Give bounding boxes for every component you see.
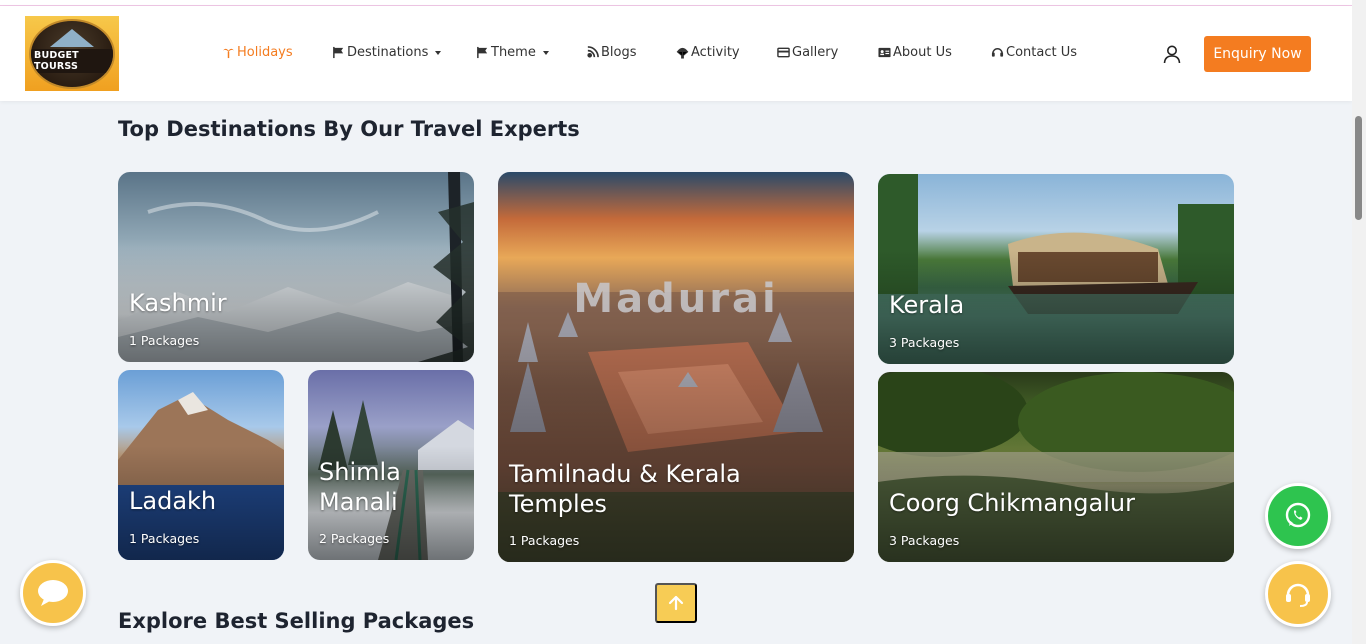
destination-card-tamilnadu-kerala-temples[interactable]: Madurai Tamilnadu & Kerala Temples 1 Pac… bbox=[498, 172, 854, 562]
card-title-line-1: Tamilnadu & Kerala bbox=[509, 460, 741, 488]
card-title: Kerala bbox=[889, 291, 965, 319]
card-title-line-2: Manali bbox=[319, 488, 398, 516]
nav-label: Blogs bbox=[601, 45, 637, 60]
card-package-count: 1 Packages bbox=[129, 333, 200, 348]
nav-label: Destinations bbox=[347, 45, 429, 60]
whatsapp-icon bbox=[1285, 502, 1311, 528]
card-title: Coorg Chikmangalur bbox=[889, 489, 1135, 517]
palm-tree-icon bbox=[222, 48, 235, 59]
chat-button[interactable] bbox=[20, 560, 86, 626]
parachute-icon bbox=[676, 47, 689, 59]
nav-theme[interactable]: Theme bbox=[476, 45, 549, 60]
id-card-icon bbox=[878, 47, 891, 58]
nav-label: About Us bbox=[893, 45, 952, 60]
nav-label: Theme bbox=[491, 45, 536, 60]
flag-icon bbox=[477, 46, 488, 59]
destination-card-kashmir[interactable]: Kashmir 1 Packages bbox=[118, 172, 474, 362]
flag-icon bbox=[333, 46, 344, 59]
card-title-line-2: Temples bbox=[509, 490, 607, 518]
logo-text: BUDGET TOURSS bbox=[31, 48, 113, 73]
destination-card-ladakh[interactable]: Ladakh 1 Packages bbox=[118, 370, 284, 560]
destination-card-coorg-chikmangalur[interactable]: Coorg Chikmangalur 3 Packages bbox=[878, 372, 1234, 562]
nav-label: Gallery bbox=[792, 45, 839, 60]
nav-blogs[interactable]: Blogs bbox=[586, 45, 637, 60]
logo-badge: BUDGET TOURSS bbox=[29, 18, 115, 89]
card-title-line-1: Shimla bbox=[319, 458, 401, 486]
nav-label: Contact Us bbox=[1006, 45, 1077, 60]
card-title: Tamilnadu & Kerala Temples bbox=[509, 459, 741, 519]
logo[interactable]: BUDGET TOURSS bbox=[25, 16, 119, 91]
headset-icon bbox=[1286, 583, 1310, 607]
whatsapp-button[interactable] bbox=[1265, 483, 1331, 549]
nav-contact-us[interactable]: Contact Us bbox=[991, 45, 1077, 60]
user-icon[interactable] bbox=[1162, 44, 1182, 64]
nav-label: Holidays bbox=[237, 45, 293, 60]
card-package-count: 3 Packages bbox=[889, 335, 960, 350]
card-package-count: 2 Packages bbox=[319, 531, 390, 546]
mountain-icon bbox=[50, 28, 94, 47]
card-watermark-text: Madurai bbox=[573, 276, 779, 322]
chat-bubble-icon bbox=[38, 580, 68, 606]
nav-gallery[interactable]: Gallery bbox=[777, 45, 838, 60]
section-title-best-selling: Explore Best Selling Packages bbox=[118, 609, 475, 633]
card-package-count: 1 Packages bbox=[509, 533, 580, 548]
nav-destinations[interactable]: Destinations bbox=[332, 45, 442, 60]
headset-icon bbox=[991, 48, 1004, 57]
scrollbar-thumb[interactable] bbox=[1355, 116, 1362, 220]
section-title-top-destinations: Top Destinations By Our Travel Experts bbox=[118, 117, 580, 141]
nav-label: Activity bbox=[691, 45, 740, 60]
card-icon bbox=[777, 47, 790, 58]
scroll-to-top-button[interactable] bbox=[655, 583, 697, 623]
site-header: BUDGET TOURSS Holidays Destinations Them… bbox=[0, 6, 1352, 101]
destination-card-kerala[interactable]: Kerala 3 Packages bbox=[878, 174, 1234, 364]
enquiry-now-button[interactable]: Enquiry Now bbox=[1204, 36, 1311, 72]
card-title: Shimla Manali bbox=[319, 457, 401, 517]
card-title: Ladakh bbox=[129, 487, 217, 515]
scrollbar[interactable] bbox=[1352, 0, 1366, 644]
chevron-down-icon bbox=[542, 50, 549, 55]
nav-activity[interactable]: Activity bbox=[676, 45, 740, 60]
nav-about-us[interactable]: About Us bbox=[878, 45, 952, 60]
card-package-count: 3 Packages bbox=[889, 533, 960, 548]
destination-card-shimla-manali[interactable]: Shimla Manali 2 Packages bbox=[308, 370, 474, 560]
support-button[interactable] bbox=[1265, 561, 1331, 627]
arrow-up-icon bbox=[668, 595, 684, 611]
card-package-count: 1 Packages bbox=[129, 531, 200, 546]
blog-icon bbox=[587, 46, 599, 58]
card-title: Kashmir bbox=[129, 289, 227, 317]
chevron-down-icon bbox=[435, 50, 442, 55]
nav-holidays[interactable]: Holidays bbox=[222, 45, 293, 60]
